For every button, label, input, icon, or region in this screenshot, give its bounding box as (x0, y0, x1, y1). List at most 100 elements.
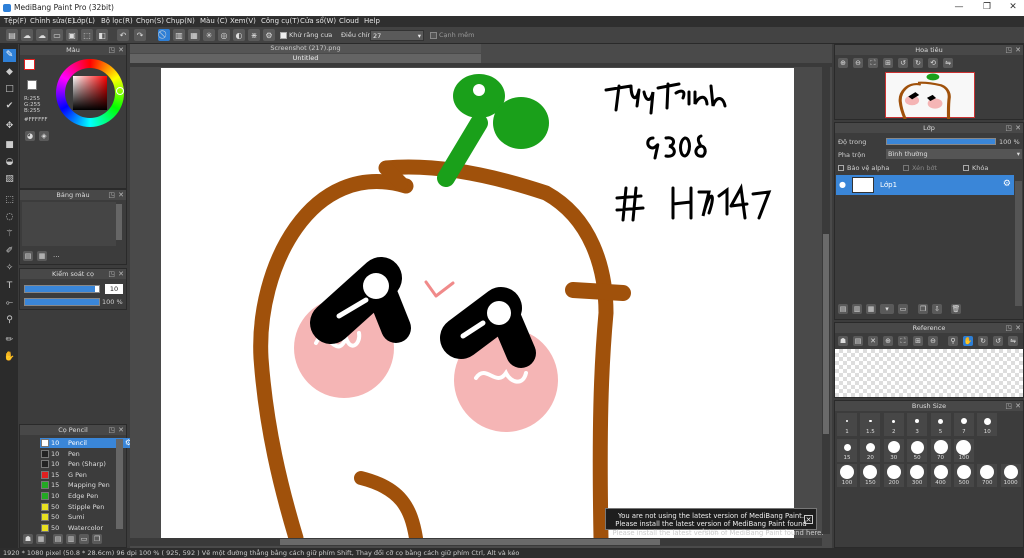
palette-area[interactable] (22, 202, 116, 246)
brush-size-cell[interactable]: 50 (907, 439, 928, 462)
minimize-icon[interactable]: — (952, 2, 966, 14)
layer-settings-icon[interactable]: ⚙ (1003, 179, 1011, 189)
menu-snap[interactable]: Chụp(N) (166, 17, 195, 25)
brush-size-cell[interactable]: 30 (883, 439, 904, 462)
brush-size-cell[interactable]: 1.5 (860, 413, 881, 436)
shape-tool-icon[interactable]: □ (3, 83, 16, 96)
hand-tool-icon[interactable]: ✋ (3, 351, 16, 364)
tab-screenshot[interactable]: Screenshot (217).png (130, 44, 481, 53)
snap-settings-icon[interactable]: ⚙ (263, 29, 275, 41)
cloud-icon[interactable]: ☁ (21, 29, 33, 41)
zoom-pen-icon[interactable]: ✏ (3, 334, 16, 347)
clipping-checkbox[interactable] (903, 165, 909, 171)
snap-grid-icon[interactable]: ▦ (188, 29, 200, 41)
visibility-icon[interactable]: ● (839, 180, 846, 189)
eyedropper-icon[interactable]: ⚲ (3, 314, 16, 327)
add-brush-icon[interactable]: ☗ (23, 534, 33, 544)
brush-size-cell[interactable]: 400 (930, 464, 951, 487)
rotate-left-icon[interactable]: ↺ (993, 336, 1003, 346)
rotate-right-icon[interactable]: ↻ (913, 58, 923, 68)
actual-size-icon[interactable]: ⊞ (913, 336, 923, 346)
flip-icon[interactable]: ⇋ (1008, 336, 1018, 346)
brush-size-cell[interactable]: 1000 (1000, 464, 1021, 487)
brush-size-cell[interactable]: 200 (883, 464, 904, 487)
layer-folder-icon[interactable]: ▭ (898, 304, 908, 314)
select-pen-icon[interactable]: ✐ (3, 245, 16, 258)
brush-size-cell[interactable]: 2 (883, 413, 904, 436)
scrollbar[interactable] (1015, 181, 1022, 306)
scrollbar[interactable] (116, 439, 123, 529)
brush-size-cell[interactable]: 300 (907, 464, 928, 487)
duplicate-layer-icon[interactable]: ❐ (918, 304, 928, 314)
size-slider[interactable] (24, 285, 100, 293)
tab-untitled[interactable]: Untitled (130, 54, 481, 63)
close-reference-icon[interactable]: ✕ (868, 336, 878, 346)
close-icon[interactable]: ✕ (118, 45, 124, 55)
scroll-thumb[interactable] (823, 234, 829, 434)
select-tool-icon[interactable]: ⬚ (3, 194, 16, 207)
reference-canvas-icon[interactable]: ▤ (853, 336, 863, 346)
new-layer-8bit-icon[interactable]: ▦ (866, 304, 876, 314)
horizontal-scrollbar[interactable] (130, 538, 822, 546)
menu-help[interactable]: Help (364, 17, 380, 25)
menu-cloud[interactable]: Cloud (339, 17, 359, 25)
brush-size-cell[interactable]: 500 (953, 464, 974, 487)
brush-size-cell[interactable]: 3 (907, 413, 928, 436)
eyedropper-icon[interactable]: ⚲ (948, 336, 958, 346)
brush-size-cell[interactable]: 700 (977, 464, 998, 487)
layer-icon[interactable]: ▭ (51, 29, 63, 41)
pin-icon[interactable]: ◳ (108, 190, 115, 200)
reference-view[interactable] (835, 349, 1023, 397)
folder-icon[interactable]: ▭ (79, 534, 89, 544)
undo-icon[interactable]: ↶ (117, 29, 129, 41)
color-wheel[interactable] (56, 59, 124, 127)
fit-icon[interactable]: ⛶ (898, 336, 908, 346)
menu-tools[interactable]: Công cụ(T) (261, 17, 299, 25)
restore-icon[interactable]: ❐ (980, 2, 994, 14)
lock-checkbox[interactable] (963, 165, 969, 171)
snap-radial-icon[interactable]: ✳ (203, 29, 215, 41)
soft-edge-checkbox[interactable] (430, 32, 437, 39)
palette-mode-icon[interactable]: ◕ (25, 131, 35, 141)
antialias-checkbox[interactable] (280, 32, 287, 39)
protect-alpha-checkbox[interactable] (838, 165, 844, 171)
brush-add-menu-icon[interactable]: ▦ (36, 534, 46, 544)
layer-row[interactable]: ● Lớp1 ⚙ (836, 175, 1014, 195)
pin-icon[interactable]: ◳ (1005, 45, 1012, 55)
opacity-slider[interactable] (24, 298, 100, 306)
close-icon[interactable]: ✕ (1006, 2, 1020, 14)
pin-icon[interactable]: ◳ (108, 269, 115, 279)
palette-more[interactable]: ... (53, 251, 60, 259)
pen-tool-icon[interactable]: ✔ (3, 100, 16, 113)
deselect-icon[interactable]: ⬚ (81, 29, 93, 41)
flip-icon[interactable]: ⇋ (943, 58, 953, 68)
reset-rotate-icon[interactable]: ⟲ (928, 58, 938, 68)
gradient-tool-icon[interactable]: ▨ (3, 173, 16, 186)
layer-opacity-slider[interactable] (886, 138, 996, 145)
menu-color[interactable]: Màu (C) (200, 17, 227, 25)
blend-mode-select[interactable]: Bình thường ▾ (886, 149, 1022, 159)
move-tool-icon[interactable]: ✥ (3, 120, 16, 133)
update-notice[interactable]: You are not using the latest version of … (605, 508, 817, 536)
close-icon[interactable]: ✕ (1015, 45, 1021, 55)
drawing-canvas[interactable] (161, 68, 794, 538)
brush-size-cell[interactable]: 100 (953, 439, 974, 462)
close-icon[interactable]: ✕ (118, 269, 124, 279)
menu-select[interactable]: Chọn(S) (136, 17, 164, 25)
scrollbar[interactable] (116, 204, 122, 240)
pin-icon[interactable]: ◳ (1005, 323, 1012, 333)
open-reference-icon[interactable]: ☗ (838, 336, 848, 346)
brush-tool-icon[interactable]: ✎ (3, 49, 16, 62)
brush-settings-icon[interactable]: ▤ (53, 534, 63, 544)
snap-curve-icon[interactable]: ◐ (233, 29, 245, 41)
zoom-in-icon[interactable]: ⊕ (838, 58, 848, 68)
brush-size-cell[interactable]: 15 (837, 439, 857, 462)
secondary-color-swatch[interactable] (27, 80, 37, 90)
color-square[interactable] (73, 76, 107, 110)
brush-size-cell[interactable]: 1 (837, 413, 857, 436)
zoom-in-icon[interactable]: ⊕ (883, 336, 893, 346)
close-icon[interactable]: ✕ (118, 190, 124, 200)
redo-icon[interactable]: ↷ (134, 29, 146, 41)
close-icon[interactable]: ✕ (1015, 123, 1021, 133)
delete-palette-icon[interactable]: ▦ (37, 251, 47, 261)
